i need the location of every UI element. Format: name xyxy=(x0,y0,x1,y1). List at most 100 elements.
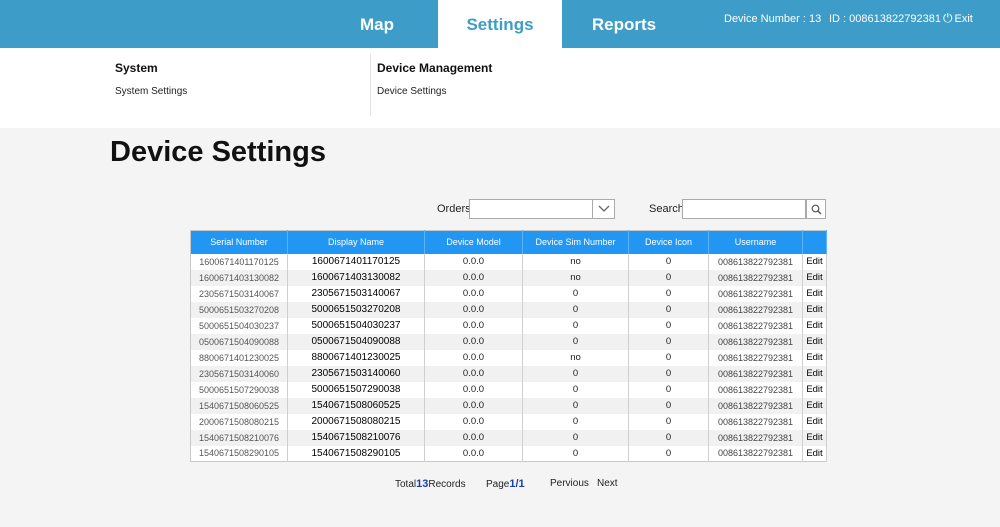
serial-cell: 1540671508210076 xyxy=(190,429,288,446)
page-title: Device Settings xyxy=(110,136,326,168)
edit-button[interactable]: Edit xyxy=(802,365,827,382)
edit-button[interactable]: Edit xyxy=(802,349,827,366)
serial-cell: 1540671508290105 xyxy=(190,445,288,462)
edit-button[interactable]: Edit xyxy=(802,429,827,446)
device-sim-cell: 0 xyxy=(522,285,629,302)
total-prefix: Total xyxy=(395,479,417,490)
power-icon: ⏻ xyxy=(943,11,953,25)
username-cell: 008613822792381 xyxy=(708,317,803,334)
display-name-cell: 1600671403130082 xyxy=(287,269,425,286)
device-model-cell: 0.0.0 xyxy=(424,429,523,446)
device-number-label: Device Number : 13 xyxy=(724,13,822,25)
exit-link[interactable]: ⏻ Exit xyxy=(943,11,973,26)
column-header-device-model[interactable]: Device Model xyxy=(424,230,523,254)
display-name-cell: 1600671401170125 xyxy=(287,253,425,270)
device-icon-cell: 0 xyxy=(628,365,709,382)
column-header-actions xyxy=(802,230,827,254)
device-sim-cell: 0 xyxy=(522,333,629,350)
table-body: 1600671401170125 1600671401170125 0.0.0 no 0… xyxy=(190,253,827,462)
device-model-cell: 0.0.0 xyxy=(424,317,523,334)
device-model-cell: 0.0.0 xyxy=(424,269,523,286)
edit-button[interactable]: Edit xyxy=(802,317,827,334)
device-icon-cell: 0 xyxy=(628,285,709,302)
device-icon-cell: 0 xyxy=(628,381,709,398)
column-header-device-icon[interactable]: Device Icon xyxy=(628,230,709,254)
column-header-device-sim-number[interactable]: Device Sim Number xyxy=(522,230,629,254)
magnifier-icon xyxy=(811,204,822,215)
display-name-cell: 2305671503140060 xyxy=(287,365,425,382)
device-model-cell: 0.0.0 xyxy=(424,397,523,414)
edit-button[interactable]: Edit xyxy=(802,253,827,270)
device-icon-cell: 0 xyxy=(628,301,709,318)
column-header-display-name[interactable]: Display Name xyxy=(287,230,425,254)
display-name-cell: 5000651503270208 xyxy=(287,301,425,318)
serial-cell: 5000651507290038 xyxy=(190,381,288,398)
serial-cell: 2305671503140060 xyxy=(190,365,288,382)
orders-dropdown-button[interactable] xyxy=(592,200,614,218)
edit-button[interactable]: Edit xyxy=(802,445,827,462)
exit-label: Exit xyxy=(954,13,973,25)
column-header-serial-number[interactable]: Serial Number xyxy=(190,230,288,254)
search-input[interactable] xyxy=(682,199,806,219)
username-cell: 008613822792381 xyxy=(708,445,803,462)
device-icon-cell: 0 xyxy=(628,429,709,446)
menu-item-system-settings[interactable]: System Settings xyxy=(115,86,187,97)
menu-item-device-settings[interactable]: Device Settings xyxy=(377,86,446,97)
total-count: 13 xyxy=(416,478,429,490)
search-button[interactable] xyxy=(806,199,826,219)
serial-cell: 0500671504090088 xyxy=(190,333,288,350)
display-name-cell: 2000671508080215 xyxy=(287,413,425,430)
edit-button[interactable]: Edit xyxy=(802,381,827,398)
next-page-link[interactable]: Next xyxy=(597,478,618,489)
username-cell: 008613822792381 xyxy=(708,381,803,398)
previous-page-link[interactable]: Pervious xyxy=(550,478,589,489)
orders-select[interactable] xyxy=(469,199,615,219)
username-cell: 008613822792381 xyxy=(708,349,803,366)
display-name-cell: 0500671504090088 xyxy=(287,333,425,350)
menu-heading-device-management: Device Management xyxy=(377,61,493,75)
username-cell: 008613822792381 xyxy=(708,397,803,414)
table-row: 1600671403130082 1600671403130082 0.0.0 no 0… xyxy=(190,269,827,286)
device-sim-cell: 0 xyxy=(522,365,629,382)
page-indicator: Page1/1 xyxy=(486,478,525,490)
device-sim-cell: 0 xyxy=(522,397,629,414)
serial-cell: 1600671403130082 xyxy=(190,269,288,286)
tab-reports[interactable]: Reports xyxy=(562,0,686,48)
table-row: 2000671508080215 2000671508080215 0.0.0 0 0 0… xyxy=(190,413,827,430)
display-name-cell: 5000651507290038 xyxy=(287,381,425,398)
edit-button[interactable]: Edit xyxy=(802,413,827,430)
display-name-cell: 1540671508210076 xyxy=(287,429,425,446)
edit-button[interactable]: Edit xyxy=(802,269,827,286)
device-model-cell: 0.0.0 xyxy=(424,365,523,382)
username-cell: 008613822792381 xyxy=(708,365,803,382)
settings-menu-panel: System System Settings Device Management… xyxy=(0,48,1000,128)
column-header-username[interactable]: Username xyxy=(708,230,803,254)
device-model-cell: 0.0.0 xyxy=(424,285,523,302)
chevron-down-icon xyxy=(598,205,610,212)
device-sim-cell: 0 xyxy=(522,429,629,446)
edit-button[interactable]: Edit xyxy=(802,397,827,414)
tab-map[interactable]: Map xyxy=(316,0,438,48)
table-row: 2305671503140067 2305671503140067 0.0.0 0 0 0… xyxy=(190,285,827,302)
display-name-cell: 1540671508290105 xyxy=(287,445,425,462)
serial-cell: 8800671401230025 xyxy=(190,349,288,366)
device-icon-cell: 0 xyxy=(628,349,709,366)
username-cell: 008613822792381 xyxy=(708,301,803,318)
search-label: Search xyxy=(649,203,684,215)
device-icon-cell: 0 xyxy=(628,269,709,286)
table-row: 1600671401170125 1600671401170125 0.0.0 no 0… xyxy=(190,253,827,270)
edit-button[interactable]: Edit xyxy=(802,301,827,318)
serial-cell: 2305671503140067 xyxy=(190,285,288,302)
device-icon-cell: 0 xyxy=(628,397,709,414)
edit-button[interactable]: Edit xyxy=(802,333,827,350)
tab-settings[interactable]: Settings xyxy=(438,0,562,48)
serial-cell: 5000651503270208 xyxy=(190,301,288,318)
device-icon-cell: 0 xyxy=(628,253,709,270)
menu-divider xyxy=(370,54,371,116)
device-sim-cell: no xyxy=(522,349,629,366)
table-row: 1540671508210076 1540671508210076 0.0.0 0 0 0… xyxy=(190,429,827,446)
total-records: Total13Records xyxy=(395,478,466,490)
serial-cell: 5000651504030237 xyxy=(190,317,288,334)
edit-button[interactable]: Edit xyxy=(802,285,827,302)
table-row: 5000651507290038 5000651507290038 0.0.0 0 0 0… xyxy=(190,381,827,398)
